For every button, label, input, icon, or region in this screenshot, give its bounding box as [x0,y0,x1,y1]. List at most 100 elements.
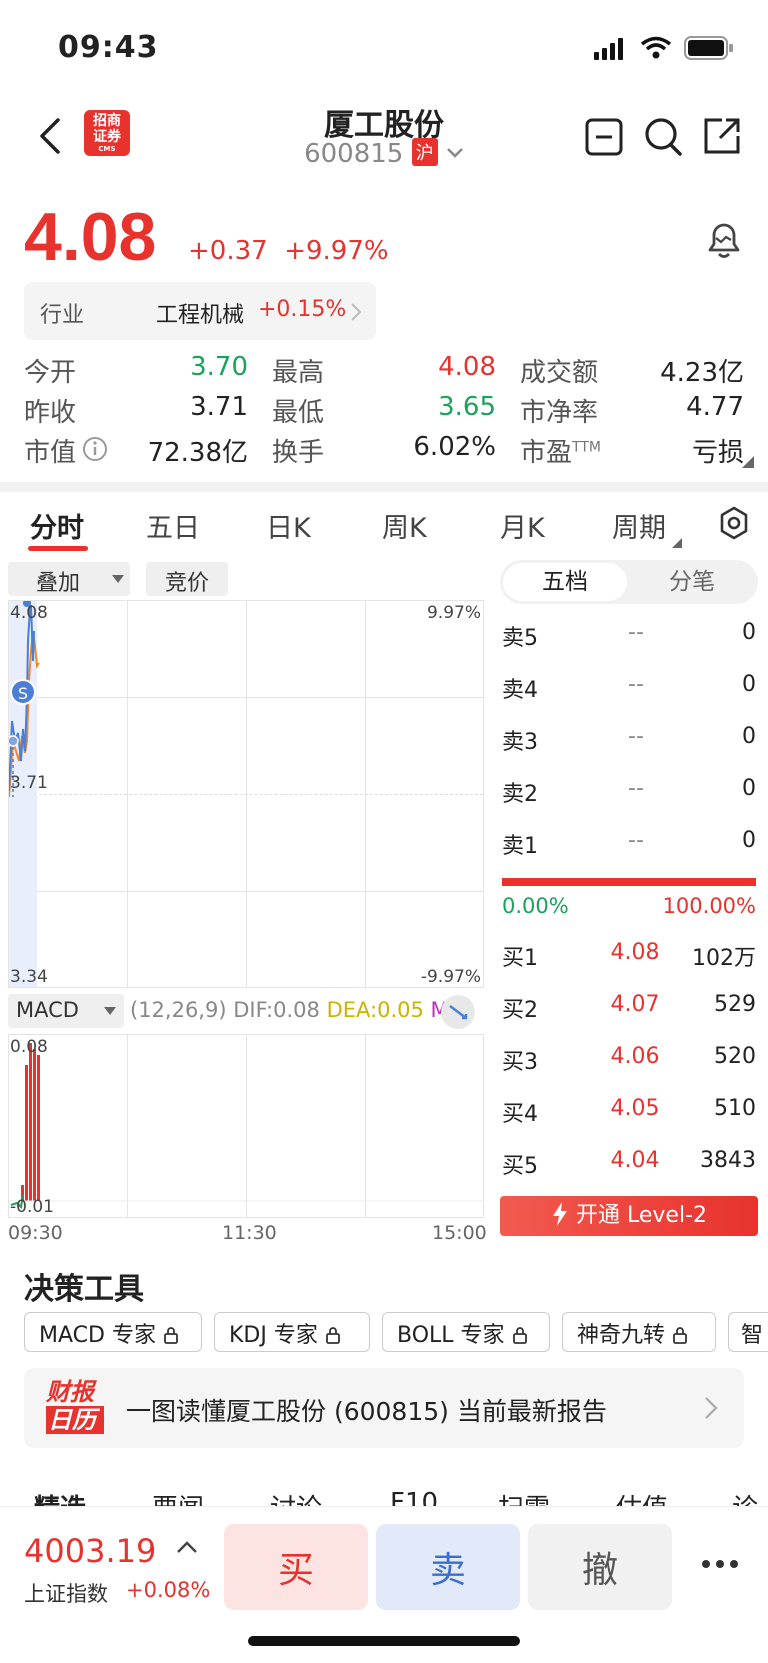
minimize-icon[interactable] [585,118,623,156]
price-change-value: +0.37 [188,236,268,266]
report-text: 一图读懂厦工股份 (600815) 当前最新报告 [126,1397,607,1426]
index-change: +0.08% [126,1578,211,1602]
buy-5-price: 4.04 [610,1148,660,1173]
alert-bell-icon[interactable] [703,218,745,260]
news-tab-headlines[interactable]: 要闻 [152,1488,204,1506]
tab-period[interactable]: 周期 [612,506,666,545]
time-axis-end: 15:00 [432,1222,487,1244]
tab-active-indicator [28,546,88,551]
search-icon[interactable] [643,116,683,158]
tool-magic-nine[interactable]: 神奇九转 [562,1312,716,1352]
level2-button[interactable]: 开通 Level-2 [500,1196,758,1236]
chevron-right-icon [351,303,362,321]
stat-turnover-rate-label: 换手 [272,438,325,468]
stat-pb-label: 市净率 [520,398,599,428]
lock-icon [164,1327,178,1344]
macd-chart[interactable]: 0.08 -0.01 [8,1034,484,1218]
tab-five-day[interactable]: 五日 [146,506,200,545]
sell-3-label: 卖3 [502,730,538,755]
stat-turnover-label: 成交额 [520,358,599,388]
news-tab-discussion[interactable]: 讨论 [270,1488,322,1506]
lightning-icon [552,1202,567,1226]
time-axis-mid: 11:30 [222,1222,277,1244]
axis-bottom-left: 3.34 [10,967,48,987]
tool-kdj-label: KDJ 专家 [229,1323,318,1348]
price-change-pct: +9.97% [284,236,389,266]
stat-pe-value: 亏损 [691,438,744,468]
buy-3-price: 4.06 [610,1044,660,1069]
sell-button[interactable]: 卖 [376,1524,520,1610]
tool-macd-expert[interactable]: MACD 专家 [24,1312,202,1352]
buy-5-vol: 3843 [700,1148,756,1173]
report-logo-line1: 财报 [46,1378,94,1406]
orderbook-tabs: 五档 分笔 [500,560,758,604]
indicator-switch-icon[interactable] [440,994,476,1030]
sell-5-price: -- [628,620,644,645]
news-tab-featured[interactable]: 精选 [34,1488,86,1506]
tab-five-level[interactable]: 五档 [503,563,627,601]
sell-4-label: 卖4 [502,678,538,703]
axis-top-left: 4.08 [10,603,48,623]
caret-down-icon [112,575,124,583]
tab-daily-k[interactable]: 日K [266,506,311,545]
more-icon[interactable] [700,1558,740,1570]
index-value[interactable]: 4003.19 [24,1532,156,1570]
caret-down-icon [104,1007,116,1015]
stat-prev-close-value: 3.71 [190,392,248,422]
intraday-chart[interactable]: S 4.08 3.71 3.34 9.97% -9.97% [8,600,484,988]
tab-monthly-k[interactable]: 月K [500,506,545,545]
sell-4-vol: 0 [742,672,756,697]
industry-change: +0.15% [258,297,347,322]
settings-gear-icon[interactable] [718,506,750,540]
buy-5-label: 买5 [502,1154,538,1179]
indicator-dropdown[interactable]: MACD [8,994,124,1028]
sell-4-price: -- [628,672,644,697]
lock-icon [325,1327,340,1344]
industry-name: 工程机械 [156,303,245,328]
auction-button[interactable]: 竞价 [146,562,228,596]
sell-3-price: -- [628,724,644,749]
buy-sell-ratio-bar [502,878,756,886]
time-axis-start: 09:30 [8,1222,63,1244]
news-tabs: 精选 要闻 讨论 F10 扫雷 估值 诊 [0,1480,768,1506]
overlay-dropdown[interactable]: 叠加 [8,562,130,596]
news-tab-risk-scan[interactable]: 扫雷 [498,1488,550,1506]
price-line-svg [9,601,40,798]
info-icon[interactable] [82,436,108,462]
buy-button[interactable]: 买 [224,1524,368,1610]
stock-code: 600815 [304,139,404,169]
sell-ratio: 0.00% [502,894,569,918]
tab-intraday[interactable]: 分时 [30,506,84,545]
sell-3-vol: 0 [742,724,756,749]
home-indicator [248,1636,520,1646]
axis-top-right: 9.97% [426,603,481,623]
tool-smart-partial[interactable]: 智 [728,1312,768,1352]
sell-1-label: 卖1 [502,834,538,859]
axis-bottom-right: -9.97% [420,967,481,987]
stat-pe-ttm: TTM [572,439,601,456]
tab-ticks[interactable]: 分笔 [630,563,754,601]
stat-pe-label: 市盈TTM [520,432,601,469]
tool-kdj-expert[interactable]: KDJ 专家 [214,1312,370,1352]
sell-5-label: 卖5 [502,626,538,651]
macd-bars-svg [9,1043,483,1210]
report-logo-line2: 日历 [46,1406,104,1434]
share-icon[interactable] [702,116,742,156]
industry-bar[interactable]: 行业 工程机械 +0.15% [24,282,376,340]
buy-ratio: 100.00% [662,894,756,918]
macd-axis-bottom: -0.01 [10,1197,54,1217]
chevron-up-icon[interactable] [176,1540,198,1554]
news-tab-diagnosis[interactable]: 诊 [732,1488,758,1506]
tab-weekly-k[interactable]: 周K [382,506,427,545]
stat-open-label: 今开 [24,358,77,388]
stat-high-label: 最高 [272,358,325,388]
expand-corner-icon[interactable] [742,456,754,468]
news-tab-f10[interactable]: F10 [390,1488,438,1506]
report-banner[interactable]: 财报 日历 一图读懂厦工股份 (600815) 当前最新报告 [24,1368,744,1448]
news-tab-valuation[interactable]: 估值 [616,1488,668,1506]
price-change: +0.37 +9.97% [188,236,389,266]
trade-signal-marker[interactable]: S [10,679,36,705]
cancel-order-button[interactable]: 撤 [528,1524,672,1610]
industry-label: 行业 [40,303,85,328]
tool-boll-expert[interactable]: BOLL 专家 [382,1312,550,1352]
